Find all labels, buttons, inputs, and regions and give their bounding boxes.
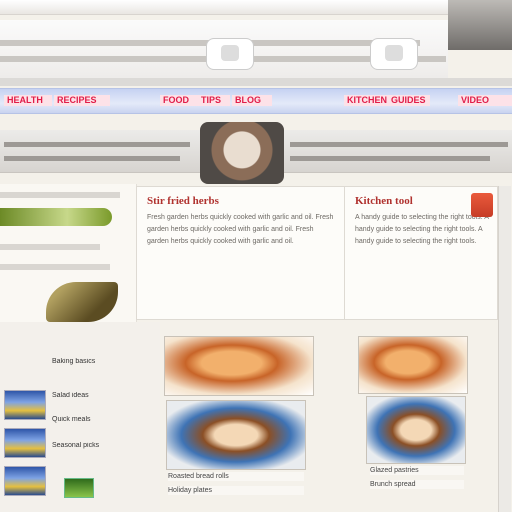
nav-rule [290,142,508,147]
article-card[interactable]: Kitchen tool A handy guide to selecting … [344,186,498,320]
photo-item[interactable] [366,396,466,464]
list-item[interactable]: Baking basics [52,358,95,366]
thumbnail-image[interactable] [4,428,46,458]
vertical-scrollbar[interactable] [498,186,511,512]
thumbnail-image[interactable] [4,390,46,420]
sidebar-rule [0,192,120,198]
thumbnail-image[interactable] [4,466,46,496]
nav-rule [290,156,490,161]
article-title[interactable]: Stir fried herbs [147,195,345,208]
print-icon[interactable] [370,38,418,70]
tab-item[interactable]: HEALTH [4,95,52,106]
photo-caption: Roasted bread rolls [168,472,304,481]
sidebar-rule [0,244,100,250]
tab-item[interactable]: BLOG [232,95,272,106]
share-icon[interactable] [206,38,254,70]
main-toolbar [0,20,448,79]
nav-rule [4,156,180,161]
chef-avatar[interactable] [200,122,284,184]
toolbar-divider [0,78,512,86]
photo-item[interactable] [164,336,314,396]
article-body: A handy guide to selecting the right too… [355,214,489,245]
list-item[interactable]: Salad ideas [52,392,89,400]
herb-image [0,208,112,226]
tab-item[interactable]: VIDEO [458,95,512,106]
window-titlebar [0,0,512,50]
bookmark-icon[interactable] [471,193,493,217]
list-item[interactable]: Seasonal picks [52,442,99,450]
photo-caption: Holiday plates [168,486,304,495]
tab-item[interactable]: TIPS [198,95,230,106]
article-card[interactable]: Stir fried herbs Fresh garden herbs quic… [136,186,346,320]
tab-item[interactable]: KITCHEN [344,95,392,106]
tab-strip: HEALTH RECIPES FOOD TIPS BLOG KITCHEN GU… [0,88,512,114]
photo-caption: Glazed pastries [370,466,464,475]
photo-caption: Brunch spread [370,480,464,489]
list-item[interactable]: Quick meals [52,416,91,424]
tab-item[interactable]: RECIPES [54,95,110,106]
photo-item[interactable] [358,336,468,394]
tab-item[interactable]: FOOD [160,95,200,106]
article-body: Fresh garden herbs quickly cooked with g… [147,214,334,245]
sidebar-rule [0,264,110,270]
photo-item[interactable] [166,400,306,470]
go-button[interactable] [64,478,94,498]
window-controls[interactable] [448,0,512,50]
nav-rule [4,142,190,147]
tab-item[interactable]: GUIDES [388,95,430,106]
